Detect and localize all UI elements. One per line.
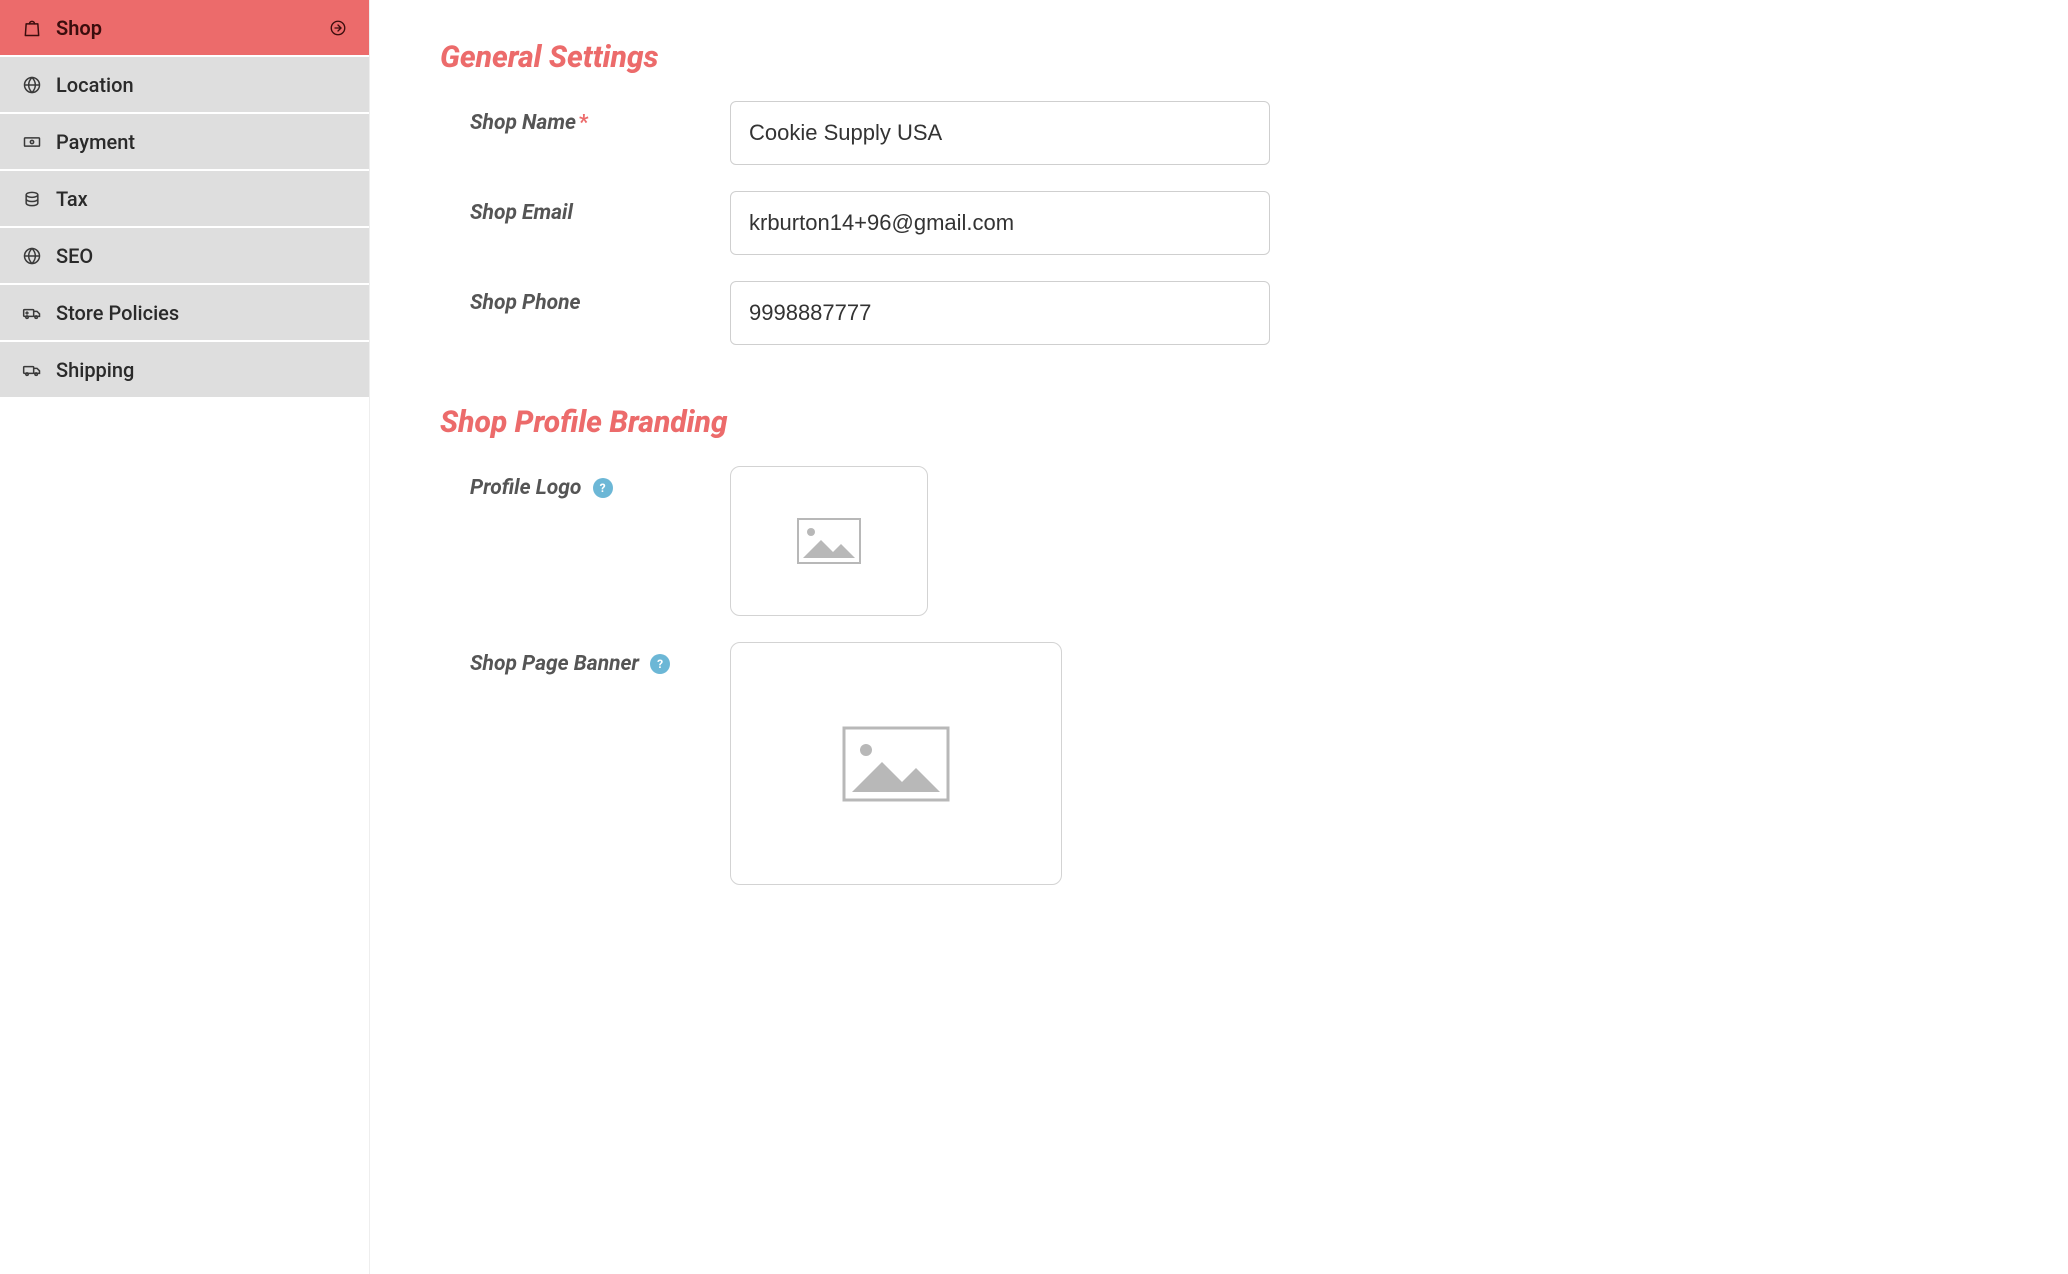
label-text: Profile Logo — [470, 476, 581, 500]
sidebar-item-tax[interactable]: Tax — [0, 171, 369, 228]
sidebar-item-label: Store Policies — [56, 301, 347, 325]
help-icon[interactable]: ? — [650, 654, 670, 674]
sidebar-item-store-policies[interactable]: Store Policies — [0, 285, 369, 342]
globe-icon — [22, 246, 42, 266]
shopping-bag-icon — [22, 18, 42, 38]
label-text: Shop Name — [470, 111, 576, 135]
image-placeholder-icon — [842, 726, 950, 802]
label-text: Shop Page Banner — [470, 652, 639, 676]
sidebar-item-label: Payment — [56, 130, 347, 154]
shop-banner-upload[interactable] — [730, 642, 1062, 885]
sidebar-item-shipping[interactable]: Shipping — [0, 342, 369, 399]
shop-phone-input[interactable] — [730, 281, 1270, 345]
arrow-right-circle-icon — [329, 19, 347, 37]
sidebar-item-location[interactable]: Location — [0, 57, 369, 114]
field-row-shop-banner: Shop Page Banner ? — [440, 642, 1998, 885]
coins-icon — [22, 189, 42, 209]
sidebar-item-seo[interactable]: SEO — [0, 228, 369, 285]
field-label: Shop Name* — [440, 101, 730, 135]
sidebar-item-label: Shipping — [56, 358, 347, 382]
profile-logo-upload[interactable] — [730, 466, 928, 616]
shop-name-input[interactable] — [730, 101, 1270, 165]
section-title-branding: Shop Profile Branding — [440, 405, 1998, 440]
truck-icon — [22, 360, 42, 380]
field-row-shop-name: Shop Name* — [440, 101, 1998, 165]
globe-icon — [22, 75, 42, 95]
sidebar-item-shop[interactable]: Shop — [0, 0, 369, 57]
field-row-shop-phone: Shop Phone — [440, 281, 1998, 345]
field-label: Shop Phone — [440, 281, 730, 315]
settings-content: General Settings Shop Name* Shop Email S… — [370, 0, 2068, 1274]
field-row-profile-logo: Profile Logo ? — [440, 466, 1998, 616]
truck-plus-icon — [22, 303, 42, 323]
image-placeholder-icon — [797, 518, 861, 564]
shop-email-input[interactable] — [730, 191, 1270, 255]
help-icon[interactable]: ? — [593, 478, 613, 498]
app-root: Shop Location Payment Tax — [0, 0, 2068, 1274]
label-text: Shop Email — [470, 201, 573, 225]
settings-sidebar: Shop Location Payment Tax — [0, 0, 370, 1274]
sidebar-item-payment[interactable]: Payment — [0, 114, 369, 171]
sidebar-item-label: SEO — [56, 244, 347, 268]
sidebar-item-label: Tax — [56, 187, 347, 211]
field-label: Shop Email — [440, 191, 730, 225]
money-icon — [22, 132, 42, 152]
required-asterisk: * — [579, 111, 589, 135]
sidebar-item-label: Shop — [56, 16, 315, 40]
field-label: Profile Logo ? — [440, 466, 730, 500]
field-label: Shop Page Banner ? — [440, 642, 730, 676]
label-text: Shop Phone — [470, 291, 581, 315]
sidebar-item-label: Location — [56, 73, 347, 97]
section-title-general: General Settings — [440, 40, 1998, 75]
field-row-shop-email: Shop Email — [440, 191, 1998, 255]
